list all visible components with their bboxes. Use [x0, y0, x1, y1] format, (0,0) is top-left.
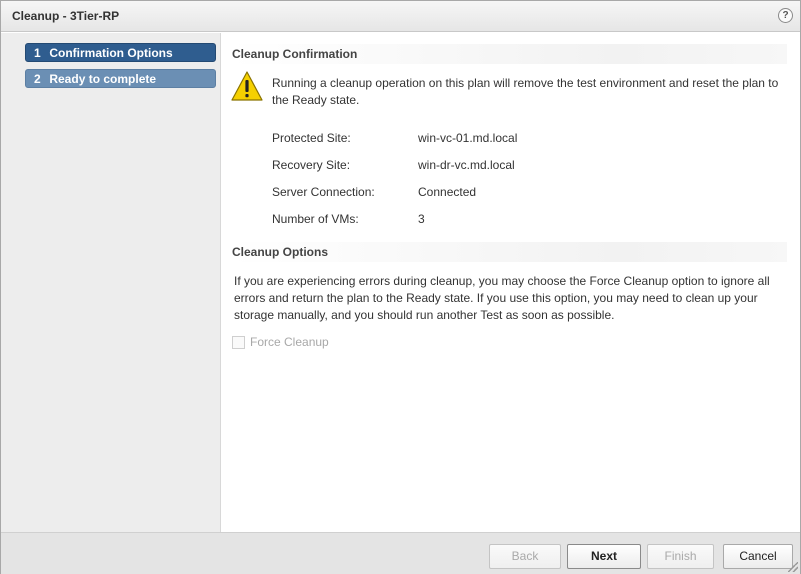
force-cleanup-checkbox[interactable]	[232, 336, 245, 349]
cleanup-dialog: Cleanup - 3Tier-RP ? 1 Confirmation Opti…	[0, 0, 801, 574]
detail-label: Number of VMs:	[272, 212, 359, 226]
detail-label: Recovery Site:	[272, 158, 351, 172]
force-cleanup-label: Force Cleanup	[250, 335, 329, 349]
detail-label: Protected Site:	[272, 131, 351, 145]
cleanup-options-description: If you are experiencing errors during cl…	[234, 274, 770, 322]
detail-value: Connected	[418, 185, 477, 199]
step-number: 1	[34, 46, 41, 60]
cancel-button[interactable]: Cancel	[723, 544, 793, 569]
cleanup-confirmation-header: Cleanup Confirmation	[231, 44, 787, 64]
detail-value: 3	[418, 212, 425, 226]
wizard-content: Cleanup Confirmation Running a cleanup o…	[222, 33, 800, 532]
detail-value: win-dr-vc.md.local	[418, 158, 515, 172]
detail-value: win-vc-01.md.local	[418, 131, 518, 145]
dialog-footer: Back Next Finish Cancel	[1, 532, 800, 574]
dialog-titlebar: Cleanup - 3Tier-RP ?	[1, 1, 800, 32]
wizard-steps-nav: 1 Confirmation Options 2 Ready to comple…	[1, 33, 221, 532]
help-icon[interactable]: ?	[778, 8, 793, 23]
warning-triangle-icon	[231, 71, 263, 101]
dialog-title: Cleanup - 3Tier-RP	[12, 9, 120, 23]
step-label: Ready to complete	[49, 72, 157, 86]
detail-label: Server Connection:	[272, 185, 375, 199]
cleanup-options-header: Cleanup Options	[231, 242, 787, 262]
cleanup-warning-text: Running a cleanup operation on this plan…	[272, 76, 779, 107]
step-ready-to-complete[interactable]: 2 Ready to complete	[25, 69, 216, 88]
section-title: Cleanup Options	[232, 245, 328, 259]
step-confirmation-options[interactable]: 1 Confirmation Options	[25, 43, 216, 62]
finish-button[interactable]: Finish	[647, 544, 714, 569]
section-title: Cleanup Confirmation	[232, 47, 358, 61]
resize-grip-icon[interactable]	[788, 562, 798, 572]
step-label: Confirmation Options	[49, 46, 173, 60]
step-number: 2	[34, 72, 41, 86]
back-button[interactable]: Back	[489, 544, 561, 569]
next-button[interactable]: Next	[567, 544, 641, 569]
